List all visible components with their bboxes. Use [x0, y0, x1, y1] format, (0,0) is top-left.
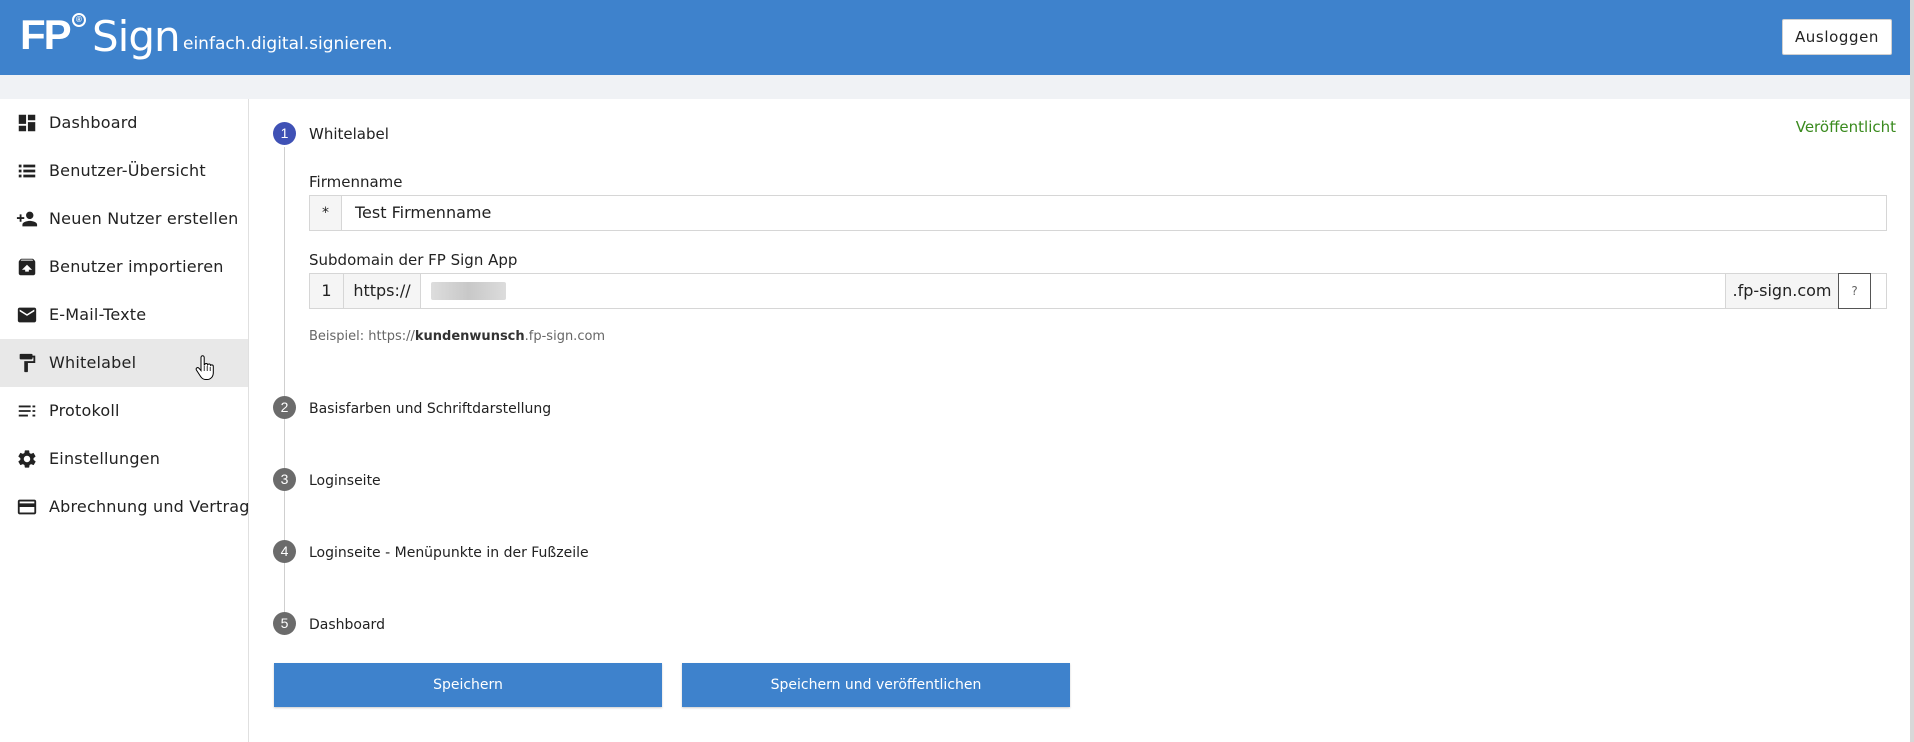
domain-suffix-addon: .fp-sign.com — [1725, 274, 1838, 308]
hint-suffix: .fp-sign.com — [524, 329, 606, 344]
gear-icon — [16, 448, 38, 470]
mail-icon — [16, 304, 38, 326]
sidebar-item-label: Whitelabel — [49, 353, 137, 372]
sidebar-item-label: Dashboard — [49, 113, 138, 132]
company-name-field[interactable]: * Test Firmenname — [309, 195, 1887, 231]
whitelabel-panel: Veröffentlicht 1 Whitelabel Firmenname *… — [249, 99, 1910, 742]
logo-registered-icon: ® — [72, 13, 86, 27]
step-1-label[interactable]: Whitelabel — [309, 125, 389, 143]
sidebar-item-settings[interactable]: Einstellungen — [0, 435, 248, 483]
sidebar-item-billing-contract[interactable]: Abrechnung und Vertrag — [0, 483, 250, 531]
logo-fp-text: FP — [20, 11, 72, 58]
scrollbar[interactable] — [1910, 0, 1914, 742]
subdomain-hint: Beispiel: https://kundenwunsch.fp-sign.c… — [309, 329, 605, 344]
sidebar-item-label: Neuen Nutzer erstellen — [49, 209, 239, 228]
sidebar-item-label: Abrechnung und Vertrag — [49, 497, 250, 516]
step-connector — [284, 419, 285, 468]
sidebar-item-protocol[interactable]: Protokoll — [0, 387, 248, 435]
notes-icon — [16, 400, 38, 422]
dashboard-icon — [16, 112, 38, 134]
step-2-label[interactable]: Basisfarben und Schriftdarstellung — [309, 401, 551, 417]
subdomain-prefix-number: 1 — [310, 274, 344, 308]
hint-example: kundenwunsch — [414, 329, 525, 344]
app-header: FP ® Sign einfach.digital.signieren. Aus… — [0, 0, 1914, 75]
save-and-publish-button[interactable]: Speichern und veröffentlichen — [682, 663, 1070, 707]
paint-roller-icon — [16, 352, 38, 374]
protocol-addon: https:// — [344, 274, 421, 308]
list-icon — [16, 160, 38, 182]
sidebar-item-user-overview[interactable]: Benutzer-Übersicht — [0, 147, 248, 195]
sidebar-item-label: Protokoll — [49, 401, 120, 420]
hand-cursor-icon — [195, 355, 214, 380]
company-name-label: Firmenname — [309, 173, 403, 191]
save-button[interactable]: Speichern — [274, 663, 662, 707]
sidebar-item-create-user[interactable]: Neuen Nutzer erstellen — [0, 195, 248, 243]
logout-button[interactable]: Ausloggen — [1782, 19, 1892, 55]
step-4-label[interactable]: Loginseite - Menüpunkte in der Fußzeile — [309, 545, 589, 561]
sidebar-item-label: Einstellungen — [49, 449, 161, 468]
step-3-label[interactable]: Loginseite — [309, 473, 381, 489]
redacted-subdomain — [431, 282, 506, 300]
step-1-indicator: 1 — [273, 122, 296, 145]
step-5-indicator: 5 — [273, 612, 296, 635]
credit-card-icon — [16, 496, 38, 518]
step-2-indicator: 2 — [273, 396, 296, 419]
sidebar-item-label: Benutzer importieren — [49, 257, 224, 276]
person-add-icon — [16, 208, 38, 230]
logo-sign-text: Sign — [92, 12, 181, 61]
publish-status: Veröffentlicht — [1795, 118, 1896, 136]
step-connector — [284, 491, 285, 540]
sidebar-item-label: E-Mail-Texte — [49, 305, 147, 324]
tagline: einfach.digital.signieren. — [183, 34, 393, 54]
company-name-input[interactable]: Test Firmenname — [355, 196, 491, 230]
sidebar-item-label: Benutzer-Übersicht — [49, 161, 206, 180]
step-connector — [284, 563, 285, 612]
hint-prefix: Beispiel: https:// — [309, 329, 415, 344]
step-5-label[interactable]: Dashboard — [309, 617, 385, 633]
step-4-indicator: 4 — [273, 540, 296, 563]
required-marker: * — [310, 196, 342, 230]
subdomain-field[interactable]: 1 https:// .fp-sign.com ? — [309, 273, 1887, 309]
archive-icon — [16, 256, 38, 278]
subdomain-label: Subdomain der FP Sign App — [309, 251, 518, 269]
step-3-indicator: 3 — [273, 468, 296, 491]
sidebar: Dashboard Benutzer-Übersicht Neuen Nutze… — [0, 99, 249, 742]
sidebar-item-email-texts[interactable]: E-Mail-Texte — [0, 291, 248, 339]
help-button[interactable]: ? — [1838, 273, 1871, 309]
sidebar-item-dashboard[interactable]: Dashboard — [0, 99, 248, 147]
subdomain-input[interactable] — [421, 274, 1621, 308]
sidebar-item-import-users[interactable]: Benutzer importieren — [0, 243, 248, 291]
